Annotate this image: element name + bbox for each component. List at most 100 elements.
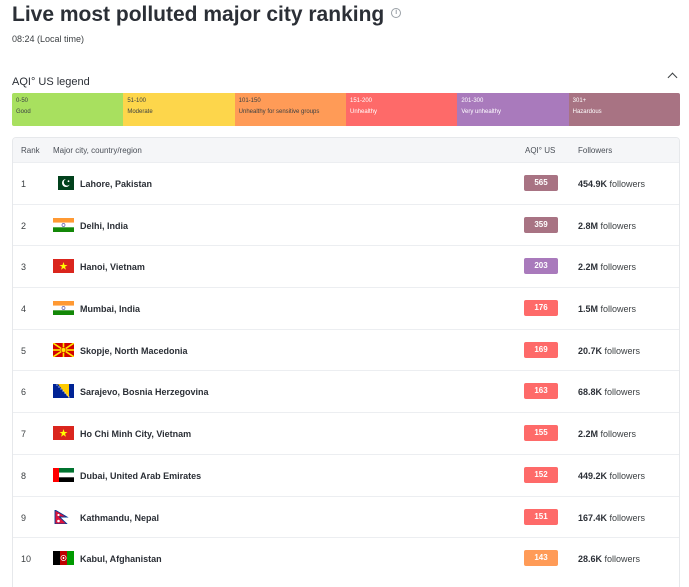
row-followers: 1.5M followers — [578, 304, 636, 314]
vietnam-flag-icon — [53, 259, 74, 274]
followers-count: 1.5M — [578, 304, 599, 315]
table-row[interactable]: 6 Sarajevo, Bosnia Herzegovina 163 68.8K fo… — [13, 370, 679, 412]
ranking-table: Rank Major city, country/region AQI° US … — [12, 137, 680, 587]
row-followers: 2.2M followers — [578, 429, 636, 439]
followers-suffix: followers — [604, 345, 641, 356]
followers-count: 2.2M — [578, 262, 599, 273]
row-followers: 20.7K followers — [578, 346, 640, 356]
legend-range: 201-300 — [461, 98, 484, 104]
legend-range: 301+ — [572, 98, 587, 104]
vietnam-flag-icon — [53, 426, 74, 441]
row-rank: 3 — [21, 262, 27, 273]
row-rank: 6 — [21, 387, 27, 398]
legend-label: Unhealthy for sensitive groups — [238, 109, 320, 115]
uae-flag-icon — [53, 467, 74, 482]
chevron-up-icon[interactable] — [667, 72, 678, 83]
row-rank: 10 — [21, 554, 32, 565]
table-row[interactable]: 1 Lahore, Pakistan 565 454.9K followers — [13, 162, 679, 204]
legend-segment-very-unhealthy: 201-300 Very unhealthy — [457, 93, 569, 126]
row-followers: 2.8M followers — [578, 221, 636, 231]
aqi-badge: 176 — [524, 300, 558, 317]
aqi-badge: 151 — [524, 508, 558, 525]
followers-count: 449.2K — [578, 470, 608, 481]
page-title-text: Live most polluted major city ranking — [12, 3, 385, 26]
row-rank: 5 — [21, 345, 27, 356]
legend-segment-good: 0-50 Good — [12, 93, 124, 126]
row-rank: 8 — [21, 470, 27, 481]
row-followers: 28.6K followers — [578, 554, 640, 564]
row-city[interactable]: Kabul, Afghanistan — [80, 554, 162, 564]
followers-count: 2.8M — [578, 220, 599, 231]
row-city[interactable]: Kathmandu, Nepal — [80, 513, 159, 523]
table-row[interactable]: 7 Ho Chi Minh City, Vietnam 155 2.2M follow… — [13, 412, 679, 454]
india-flag-icon — [53, 301, 74, 316]
row-followers: 2.2M followers — [578, 262, 636, 272]
row-followers: 449.2K followers — [578, 471, 645, 481]
followers-suffix: followers — [609, 179, 646, 189]
legend-label: Moderate — [127, 109, 153, 115]
row-followers: 68.8K followers — [578, 387, 640, 397]
followers-count: 20.7K — [578, 345, 603, 356]
north-macedonia-flag-icon — [53, 342, 74, 357]
aqi-badge: 155 — [524, 425, 558, 442]
legend-segment-moderate: 51-100 Moderate — [123, 93, 235, 126]
header-aqi: AQI° US — [525, 146, 556, 155]
header-followers: Followers — [578, 146, 613, 155]
header-rank: Rank — [21, 146, 40, 155]
table-row[interactable]: 2 Delhi, India 359 2.8M followers — [13, 203, 679, 246]
legend-label: Unhealthy — [349, 109, 378, 115]
table-body: 1 Lahore, Pakistan 565 454.9K followers 2 Del… — [13, 162, 679, 579]
row-followers: 167.4K followers — [578, 513, 645, 523]
row-city[interactable]: Sarajevo, Bosnia Herzegovina — [80, 387, 209, 397]
row-rank: 7 — [21, 429, 27, 440]
row-city[interactable]: Skopje, North Macedonia — [80, 346, 188, 356]
afghanistan-flag-icon — [53, 551, 74, 566]
pakistan-flag-icon — [53, 176, 74, 190]
followers-suffix: followers — [604, 387, 641, 398]
aqi-badge: 565 — [524, 175, 558, 191]
page-title: Live most polluted major city ranking i — [12, 3, 402, 27]
legend-range: 151-200 — [349, 98, 373, 104]
followers-suffix: followers — [600, 262, 637, 273]
info-icon[interactable]: i — [391, 8, 402, 19]
followers-suffix: followers — [600, 429, 637, 440]
row-city[interactable]: Delhi, India — [80, 221, 128, 231]
legend-segment-unhealthy: 151-200 Unhealthy — [345, 93, 458, 126]
bosnia-flag-icon — [53, 384, 74, 399]
followers-count: 2.2M — [578, 429, 599, 440]
followers-count: 28.6K — [578, 554, 603, 565]
legend-title: AQI° US legend — [12, 76, 90, 88]
legend-header[interactable]: AQI° US legend — [12, 72, 678, 88]
table-row[interactable]: 8 Dubai, United Arab Emirates 152 449.2K fo… — [13, 453, 679, 496]
aqi-badge: 359 — [524, 216, 558, 233]
table-row[interactable]: 3 Hanoi, Vietnam 203 2.2M followers — [13, 245, 679, 287]
legend-label: Hazardous — [572, 109, 602, 115]
row-city[interactable]: Mumbai, India — [80, 304, 140, 314]
followers-count: 167.4K — [578, 512, 608, 523]
legend-label: Very unhealthy — [461, 109, 502, 115]
table-row[interactable]: 5 Skopje, North Macedonia 169 20.7K followe… — [13, 328, 679, 371]
row-rank: 9 — [21, 512, 27, 523]
row-city[interactable]: Ho Chi Minh City, Vietnam — [80, 429, 191, 439]
legend-segment-sensitive: 101-150 Unhealthy for sensitive groups — [234, 93, 346, 126]
row-city[interactable]: Dubai, United Arab Emirates — [80, 471, 201, 481]
header-city: Major city, country/region — [53, 146, 142, 155]
table-row[interactable]: 9 Kathmandu, Nepal 151 167.4K followers — [13, 495, 679, 538]
row-rank: 4 — [21, 304, 27, 315]
table-row[interactable]: 10 Kabul, Afghanistan 143 28.6K followers — [13, 537, 679, 579]
row-rank: 2 — [21, 220, 27, 231]
legend-range: 51-100 — [127, 98, 147, 104]
table-header: Rank Major city, country/region AQI° US … — [13, 138, 679, 162]
aqi-badge: 143 — [524, 550, 558, 567]
row-rank: 1 — [21, 179, 27, 189]
row-city[interactable]: Hanoi, Vietnam — [80, 262, 145, 272]
legend-segment-hazardous: 301+ Hazardous — [568, 93, 680, 126]
followers-suffix: followers — [600, 304, 637, 315]
aqi-badge: 152 — [524, 466, 558, 483]
followers-count: 454.9K — [578, 179, 608, 189]
nepal-flag-icon — [53, 509, 74, 524]
row-city[interactable]: Lahore, Pakistan — [80, 179, 152, 189]
legend-range: 101-150 — [238, 98, 261, 104]
table-row[interactable]: 4 Mumbai, India 176 1.5M followers — [13, 287, 679, 329]
followers-suffix: followers — [600, 220, 637, 231]
